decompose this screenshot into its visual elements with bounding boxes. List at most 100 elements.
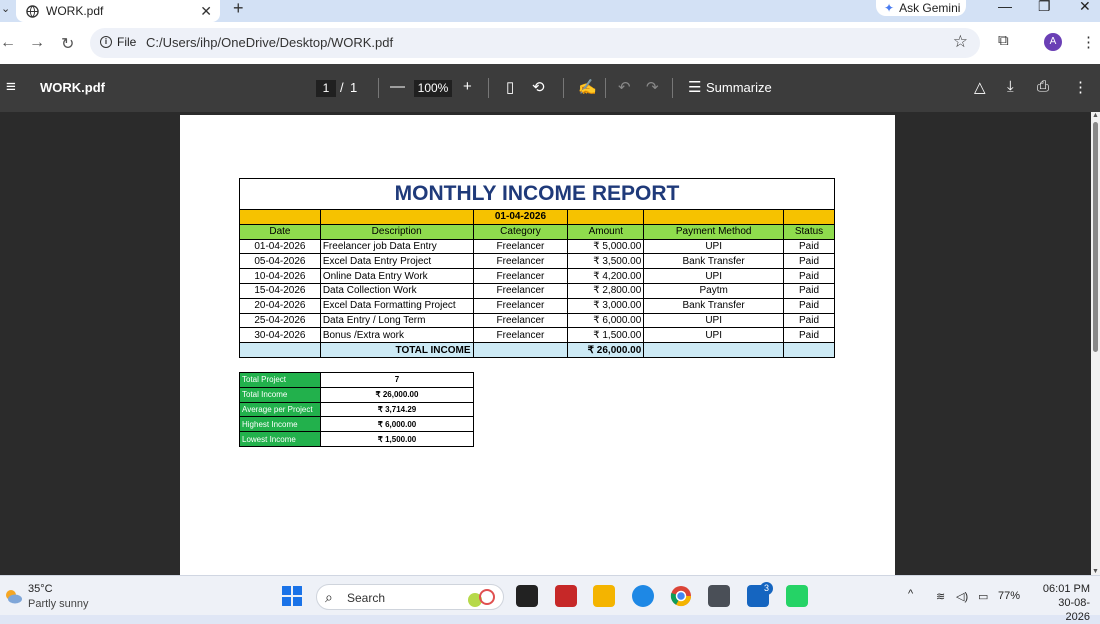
date-cell: 25-04-2026 <box>239 312 321 329</box>
url-text[interactable]: C:/Users/ihp/OneDrive/Desktop/WORK.pdf <box>146 35 393 50</box>
description-cell: Bonus /Extra work <box>319 327 474 344</box>
download-icon[interactable]: ⤓ <box>1007 78 1014 95</box>
tab-strip: ⌄ WORK.pdf ✕ + ✦ Ask Gemini — ❐ ✕ <box>0 0 1100 22</box>
pdf-app-icon[interactable] <box>555 585 577 607</box>
total-income-row: TOTAL INCOME ₹ 26,000.00 <box>239 342 835 358</box>
status-cell: Paid <box>783 282 835 299</box>
show-hidden-icons-icon[interactable]: ^ <box>908 588 913 600</box>
wifi-icon[interactable]: ≋ <box>936 590 945 603</box>
tab-search-chevron-icon[interactable]: ⌄ <box>1 2 10 15</box>
payment-method-cell: UPI <box>643 312 784 329</box>
taskbar-search[interactable]: ⌕ Search <box>316 584 504 610</box>
weather-text[interactable]: Partly sunny <box>28 598 89 610</box>
table-row: 25-04-2026 Data Entry / Long Term Freela… <box>239 312 835 329</box>
clock[interactable]: 06:01 PM 30-08-2026 <box>1034 582 1090 624</box>
fit-page-icon[interactable]: ▯ <box>506 78 514 96</box>
minimize-icon[interactable]: — <box>998 0 1012 14</box>
ask-gemini-button[interactable]: ✦ Ask Gemini <box>876 0 966 16</box>
vertical-scrollbar[interactable]: ▲ ▼ <box>1091 112 1100 575</box>
summary-row: Average per Project ₹ 3,714.29 <box>239 401 474 418</box>
windows-start-icon[interactable] <box>281 585 303 607</box>
column-header: Description <box>319 223 474 240</box>
summary-row: Total Income ₹ 26,000.00 <box>239 386 474 403</box>
summary-value: ₹ 26,000.00 <box>320 386 474 403</box>
toolbar-divider <box>378 78 379 98</box>
draw-annotate-icon[interactable]: ✍ <box>578 78 597 96</box>
pdf-more-icon[interactable]: ⋮ <box>1073 78 1088 96</box>
table-row: 10-04-2026 Online Data Entry Work Freela… <box>239 268 835 284</box>
table-row: 05-04-2026 Excel Data Entry Project Free… <box>239 253 835 270</box>
edge-browser-icon[interactable] <box>632 585 654 607</box>
new-tab-button[interactable]: + <box>233 0 244 19</box>
summary-label: Average per Project <box>239 401 321 418</box>
toolbar-divider <box>672 78 673 98</box>
summarize-icon[interactable]: ☰ <box>688 78 701 96</box>
drive-save-icon[interactable]: △ <box>974 78 986 96</box>
forward-icon[interactable]: → <box>29 34 45 52</box>
hamburger-menu-icon[interactable]: ≡ <box>6 77 16 97</box>
notification-badge: 3 <box>760 582 773 595</box>
profile-avatar[interactable]: A <box>1044 33 1062 51</box>
scroll-down-icon[interactable]: ▼ <box>1092 568 1099 575</box>
battery-percent[interactable]: 77% <box>998 590 1020 602</box>
status-cell: Paid <box>783 327 835 344</box>
redo-icon[interactable]: ↷ <box>646 78 659 96</box>
zoom-in-icon[interactable]: + <box>463 78 472 95</box>
reload-icon[interactable]: ↻ <box>61 34 74 54</box>
description-cell: Online Data Entry Work <box>319 268 474 284</box>
category-cell: Freelancer <box>472 238 569 255</box>
amount-cell: ₹ 4,200.00 <box>567 268 645 284</box>
report-date: 01-04-2026 <box>472 209 569 225</box>
category-cell: Freelancer <box>472 268 569 284</box>
battery-icon[interactable]: ▭ <box>978 590 988 603</box>
page-number-input[interactable]: 1 <box>316 80 336 97</box>
payment-method-cell: Bank Transfer <box>643 253 784 270</box>
chrome-icon[interactable] <box>670 585 692 607</box>
table-row: 15-04-2026 Data Collection Work Freelanc… <box>239 282 835 299</box>
back-icon[interactable]: ← <box>0 34 16 52</box>
print-icon[interactable]: ⎙ <box>1037 78 1049 95</box>
close-window-icon[interactable]: ✕ <box>1079 0 1091 15</box>
temperature-text[interactable]: 35°C <box>28 583 53 595</box>
scroll-up-icon[interactable]: ▲ <box>1092 112 1099 119</box>
category-cell: Freelancer <box>472 253 569 270</box>
restore-icon[interactable]: ❐ <box>1038 0 1051 15</box>
summary-value: ₹ 6,000.00 <box>320 416 474 433</box>
file-label: File <box>117 35 137 49</box>
rotate-icon[interactable]: ⟲ <box>532 78 545 96</box>
column-header: Payment Method <box>643 223 784 240</box>
toolbar-divider <box>563 78 564 98</box>
camera-app-icon[interactable] <box>708 585 730 607</box>
pdf-toolbar: ≡ WORK.pdf / 1 Summarize <box>0 64 1100 112</box>
column-header-row: Date Description Category Amount Payment… <box>239 223 835 240</box>
close-tab-icon[interactable]: ✕ <box>200 3 212 20</box>
browser-menu-icon[interactable]: ⋮ <box>1081 33 1096 51</box>
volume-icon[interactable]: ◁) <box>956 590 968 603</box>
status-cell: Paid <box>783 312 835 329</box>
bookmark-star-icon[interactable]: ☆ <box>953 32 968 52</box>
gemini-label: Ask Gemini <box>899 1 961 15</box>
summary-row: Highest Income ₹ 6,000.00 <box>239 416 474 433</box>
whatsapp-icon[interactable] <box>786 585 808 607</box>
scrollbar-thumb[interactable] <box>1093 122 1098 352</box>
undo-icon[interactable]: ↶ <box>618 78 631 96</box>
file-explorer-icon[interactable] <box>593 585 615 607</box>
task-view-icon[interactable] <box>516 585 538 607</box>
zoom-level-input[interactable]: 100% <box>414 80 452 97</box>
description-cell: Excel Data Formatting Project <box>319 297 474 314</box>
omnibox[interactable]: i File C:/Users/ihp/OneDrive/Desktop/WOR… <box>90 28 980 58</box>
status-cell: Paid <box>783 268 835 284</box>
info-icon: i <box>100 36 112 48</box>
tab-work-pdf[interactable]: WORK.pdf ✕ <box>16 0 220 22</box>
date-cell: 05-04-2026 <box>239 253 321 270</box>
zoom-out-icon[interactable]: — <box>390 78 405 95</box>
status-cell: Paid <box>783 297 835 314</box>
summary-value: 7 <box>320 372 474 388</box>
summarize-label[interactable]: Summarize <box>706 80 772 95</box>
extensions-puzzle-icon[interactable]: ⧉ <box>998 32 1009 49</box>
column-header: Status <box>783 223 835 240</box>
summary-table: Total Project 7 Total Income ₹ 26,000.00… <box>239 372 474 447</box>
partly-sunny-icon[interactable] <box>3 586 23 606</box>
pdf-filename: WORK.pdf <box>40 80 105 95</box>
site-info-button[interactable]: i File <box>100 35 136 49</box>
